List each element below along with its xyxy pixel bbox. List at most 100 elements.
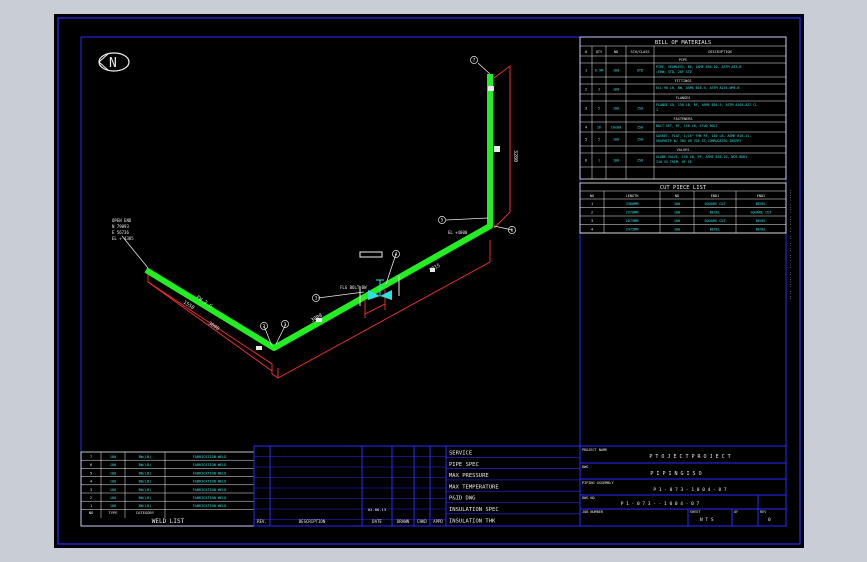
flange-label: FLG BOLT BW [340,285,367,290]
dwgno-value: P 1 - 0 7 3 - - 1 0 0 4 - 0 7 [621,501,700,507]
weld-cell: FABRICATION WELD [193,488,227,492]
callout-number: 5 [441,218,444,224]
jobno-label: JOB NUMBER [582,510,604,514]
bom-description: GASKET, FLAT, 1/16" THK RF, 150 LB, ASME… [656,134,751,138]
dwg-label: DWG [582,465,588,469]
bom-description: PIPE, SEAMLESS, BE, ASME B36.10, ASTM A5… [656,65,741,69]
weld-cell: FABRICATION WELD [193,480,227,484]
inner-border [80,36,787,527]
bom-nd: 16x80 [611,126,622,130]
service-block: SERVICE PIPE SPEC MAX PRESSURE MAX TEMPERAT… [445,445,581,527]
bom-description: ELL 90 LR, BW, ASME B16.9, ASTM A234-WPB… [656,86,739,90]
dim-3: 3280 [512,150,518,162]
bom-item-no: 1 [585,69,587,73]
cut-cell: BEVEL [710,228,721,232]
bom-header: DESCRIPTION [708,50,731,54]
dim-2: 3015 [428,263,441,274]
bom-sch: 150 [637,138,643,142]
weld-cell: 100 [110,480,116,484]
callout-number: 7 [473,58,476,64]
cut-header: ND [675,194,679,198]
cut-cell: 2475MM [626,228,639,232]
cut-cell: BEVEL [756,228,767,232]
rev-header: DRAWN [397,519,410,524]
bom-description: 316 SS TRIM, HF SE [656,160,692,164]
weld-cell: 100 [110,471,116,475]
rev-header: CHKD [417,519,427,524]
side-note: ···· ···· ·· ·· ··· ···· ·· ·· ···· ····… [788,189,793,300]
weld-cell: 4 [90,480,92,484]
weld-cell: 5 [90,471,92,475]
cut-cell: SQUARE CUT [750,211,772,215]
bom-item-no: 2 [585,88,587,92]
weld-header: CATEGORY [136,510,155,515]
rev-header: DATE [372,519,382,524]
bom-item-no: 6 [585,159,587,163]
start-label-0: OPEN END [112,218,132,223]
bom-sch: STD [637,69,643,73]
bom-section-label: PIPE [679,58,687,62]
bom-title: BILL OF MATERIALS [655,40,711,46]
iso-drawing: ···· ···· ·· ·· ··· ···· ·· ·· ···· ····… [57,17,801,545]
weld-cell: 100 [110,496,116,500]
bom-description: GRAPHITE W/ 304 OR 316 SS CORRUGATED INS… [656,139,741,143]
weld-markers [256,86,500,350]
project-value: P T O J E C T P R O J E C T [649,454,730,460]
service-label: MAX PRESSURE [449,473,489,479]
bom-header: ND [614,50,618,54]
weld-cell: BW(LB) [139,488,152,492]
dwg-value: P I P I N G I S O [650,471,701,477]
dimension-lines [147,65,511,379]
cut-cell: 100 [674,219,680,223]
service-label: INSULATION SPEC [449,507,499,513]
weld-cell: BW(LB) [139,455,152,459]
weld-cell: BW(LB) [139,471,152,475]
cut-cell: 2970MM [626,211,639,215]
weld-header: TYPE [108,510,118,515]
cut-cell: 100 [674,228,680,232]
callouts: 1234567 [260,56,516,330]
weld-header: NO [89,510,94,515]
elevation-label: EL +4000 [448,230,468,235]
bom-qty: 16 [597,126,601,130]
north-arrow-icon: N [98,52,130,72]
cut-cell: BEVEL [710,211,721,215]
bom-sch: 150 [637,126,643,130]
dwgno-label: DWG NO [582,496,595,500]
bom-header: SCH/CLASS [631,50,650,54]
rev-header: REV. [257,519,267,524]
bom-nd: 100 [613,69,619,73]
weld-title: WELD LIST [152,518,185,525]
weld-cell: 100 [110,463,116,467]
bom-qty: 3 [598,88,600,92]
bom-description: BOLT SET, RF, 150 LB, STUD BOLT [656,124,718,128]
service-label: SERVICE [449,451,472,457]
weld-cell: FABRICATION WELD [193,471,227,475]
bom-qty: 5 [598,138,600,142]
sheet-label: SHEET [690,510,701,514]
start-label-2: E 56736 [112,230,129,235]
service-label: MAX TEMPERATURE [449,484,499,490]
cut-cell: BEVEL [756,219,767,223]
start-label-1: N 79093 [112,224,129,229]
weld-cell: BW(LB) [139,463,152,467]
annotations: OPEN END N 79093 E 56736 EL + 4385 EL +4… [112,150,518,332]
project-label: PROJECT NAME [582,448,607,452]
rev-note: 02-06-13 [368,507,386,512]
valve-tag [359,251,383,258]
dim-1: 3000 [207,321,220,333]
cut-piece-list: CUT PIECE LIST NO LENGTH ND END1 END2 1 3380MM… [579,182,787,234]
bom-section-label: FASTENERS [674,117,693,121]
of-label: OF [734,510,738,514]
weld-cell: BW(LB) [139,504,152,508]
bom-description: (ERW) STD, 20F STD [656,70,692,74]
cut-cell: 100 [674,202,680,206]
bill-of-materials: BILL OF MATERIALS # QTY ND SCH/CLASS DESCRIP… [579,36,787,180]
bom-description: GLOBE VALVE, 150 LB, RF, ASME B16.10, WC… [656,155,747,159]
bom-section-label: FITTINGS [675,79,692,83]
cut-cell: 4 [591,228,593,232]
rev-value: 0 [768,517,771,523]
bom-section-label: VALVES [677,148,690,152]
weld-cell: 100 [110,488,116,492]
weld-cell: 100 [110,504,116,508]
